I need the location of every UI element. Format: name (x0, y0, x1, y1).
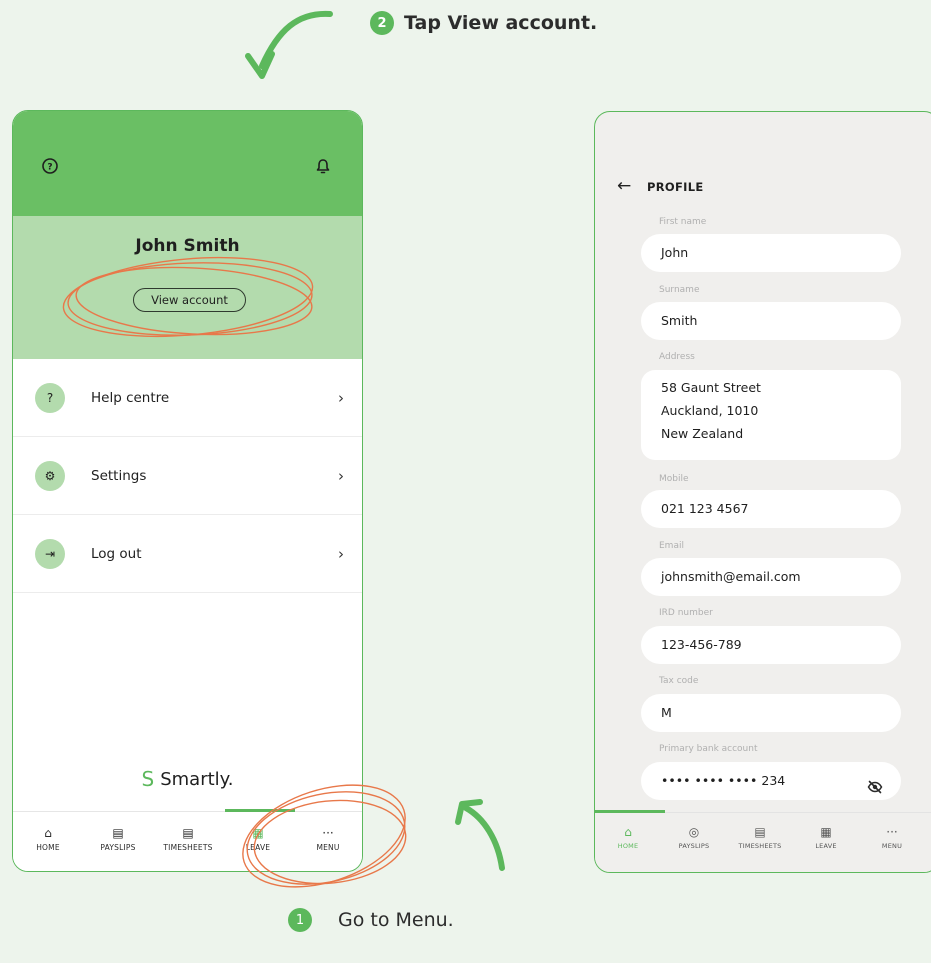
payslips-icon: ◎ (688, 825, 700, 839)
mobile-field[interactable]: 021 123 4567 (641, 490, 901, 528)
view-account-button[interactable]: View account (133, 288, 246, 312)
step-1-caption: 1 Go to Menu. (288, 908, 454, 932)
tab-label: LEAVE (245, 843, 271, 852)
tab-menu[interactable]: ··· MENU (293, 826, 362, 852)
tab-leave[interactable]: ▦ LEAVE (793, 825, 859, 850)
payslips-icon: ▤ (112, 826, 124, 840)
profile-screen: ← PROFILE First name John Surname Smith … (594, 111, 931, 873)
calendar-icon: ▦ (820, 825, 832, 839)
bank-account-value: •••• •••• •••• 234 (661, 773, 786, 788)
help-circle-icon[interactable]: ? (41, 157, 59, 175)
tab-menu[interactable]: ··· MENU (859, 825, 925, 850)
menu-item-label: Help centre (91, 389, 170, 406)
menu-item-help-centre[interactable]: ? Help centre › (13, 359, 362, 437)
ird-number-field[interactable]: 123-456-789 (641, 626, 901, 664)
gear-icon: ⚙ (35, 460, 65, 491)
tab-label: TIMESHEETS (738, 842, 782, 850)
step-2-number: 2 (370, 11, 394, 35)
profile-panel: John Smith View account (13, 216, 362, 359)
active-tab-indicator (595, 810, 665, 813)
address-line: 58 Gaunt Street (661, 380, 761, 395)
menu-item-settings[interactable]: ⚙ Settings › (13, 437, 362, 515)
address-line: New Zealand (661, 426, 744, 441)
surname-field[interactable]: Smith (641, 302, 901, 340)
home-icon: ⌂ (624, 825, 632, 839)
home-icon: ⌂ (44, 826, 52, 840)
tab-label: MENU (316, 843, 340, 852)
tab-home[interactable]: ⌂ HOME (595, 825, 661, 850)
menu-item-log-out[interactable]: ⇥ Log out › (13, 515, 362, 593)
tab-payslips[interactable]: ◎ PAYSLIPS (661, 825, 727, 850)
tab-timesheets[interactable]: ▤ TIMESHEETS (727, 825, 793, 850)
smartly-logo: S Smartly. (13, 767, 362, 791)
menu-item-label: Settings (91, 467, 147, 484)
mobile-label: Mobile (659, 474, 689, 484)
active-tab-indicator (225, 809, 295, 812)
step-2-caption: 2 Tap View account. (370, 11, 597, 35)
step-2-text: Tap View account. (404, 12, 598, 34)
help-circle-icon: ? (35, 382, 65, 413)
tab-timesheets[interactable]: ▤ TIMESHEETS (153, 826, 223, 852)
timesheets-icon: ▤ (754, 825, 766, 839)
back-arrow-icon[interactable]: ← (617, 176, 631, 196)
bank-account-field[interactable]: •••• •••• •••• 234 (641, 762, 901, 800)
step-2-arrow (245, 10, 333, 79)
menu-list: ? Help centre › ⚙ Settings › ⇥ Log out › (13, 359, 362, 593)
smartly-logo-icon: S (141, 767, 155, 791)
tab-home[interactable]: ⌂ HOME (13, 826, 83, 852)
tab-label: PAYSLIPS (678, 842, 710, 850)
logout-icon: ⇥ (35, 538, 65, 569)
step-1-number: 1 (288, 908, 312, 932)
app-header: ? (13, 111, 362, 216)
bank-account-label: Primary bank account (659, 744, 758, 754)
chevron-right-icon: › (338, 466, 344, 485)
menu-screen: ? John Smith View account ? Help centre … (12, 110, 363, 872)
step-1-arrow (455, 799, 505, 871)
tab-leave[interactable]: ▦ LEAVE (223, 826, 293, 852)
bottom-tab-bar: ⌂ HOME ◎ PAYSLIPS ▤ TIMESHEETS ▦ LEAVE ·… (595, 810, 931, 872)
page-title: PROFILE (647, 180, 704, 194)
tab-label: MENU (881, 842, 903, 850)
address-field[interactable]: 58 Gaunt Street Auckland, 1010 New Zeala… (641, 370, 901, 460)
tax-code-label: Tax code (659, 676, 699, 686)
ird-number-label: IRD number (659, 608, 713, 618)
bell-icon[interactable] (314, 157, 332, 175)
more-icon: ··· (322, 826, 334, 840)
chevron-right-icon: › (338, 388, 344, 407)
surname-label: Surname (659, 285, 700, 295)
tab-label: TIMESHEETS (163, 843, 213, 852)
first-name-field[interactable]: John (641, 234, 901, 272)
timesheets-icon: ▤ (182, 826, 194, 840)
tax-code-field[interactable]: M (641, 694, 901, 732)
tab-payslips[interactable]: ▤ PAYSLIPS (83, 826, 153, 852)
more-icon: ··· (886, 825, 898, 839)
first-name-label: First name (659, 217, 707, 227)
brand-name: Smartly. (160, 768, 234, 790)
tab-label: PAYSLIPS (100, 843, 136, 852)
svg-text:?: ? (47, 163, 52, 173)
tab-label: HOME (36, 843, 60, 852)
address-label: Address (659, 352, 695, 362)
bottom-tab-bar: ⌂ HOME ▤ PAYSLIPS ▤ TIMESHEETS ▦ LEAVE ·… (13, 809, 362, 871)
user-name: John Smith (135, 236, 240, 256)
tab-label: LEAVE (815, 842, 837, 850)
eye-off-icon[interactable] (867, 773, 883, 811)
email-field[interactable]: johnsmith@email.com (641, 558, 901, 596)
chevron-right-icon: › (338, 544, 344, 563)
tab-label: HOME (617, 842, 639, 850)
address-line: Auckland, 1010 (661, 403, 759, 418)
menu-item-label: Log out (91, 545, 142, 562)
calendar-icon: ▦ (252, 826, 264, 840)
step-1-text: Go to Menu. (338, 909, 454, 931)
email-label: Email (659, 541, 684, 551)
